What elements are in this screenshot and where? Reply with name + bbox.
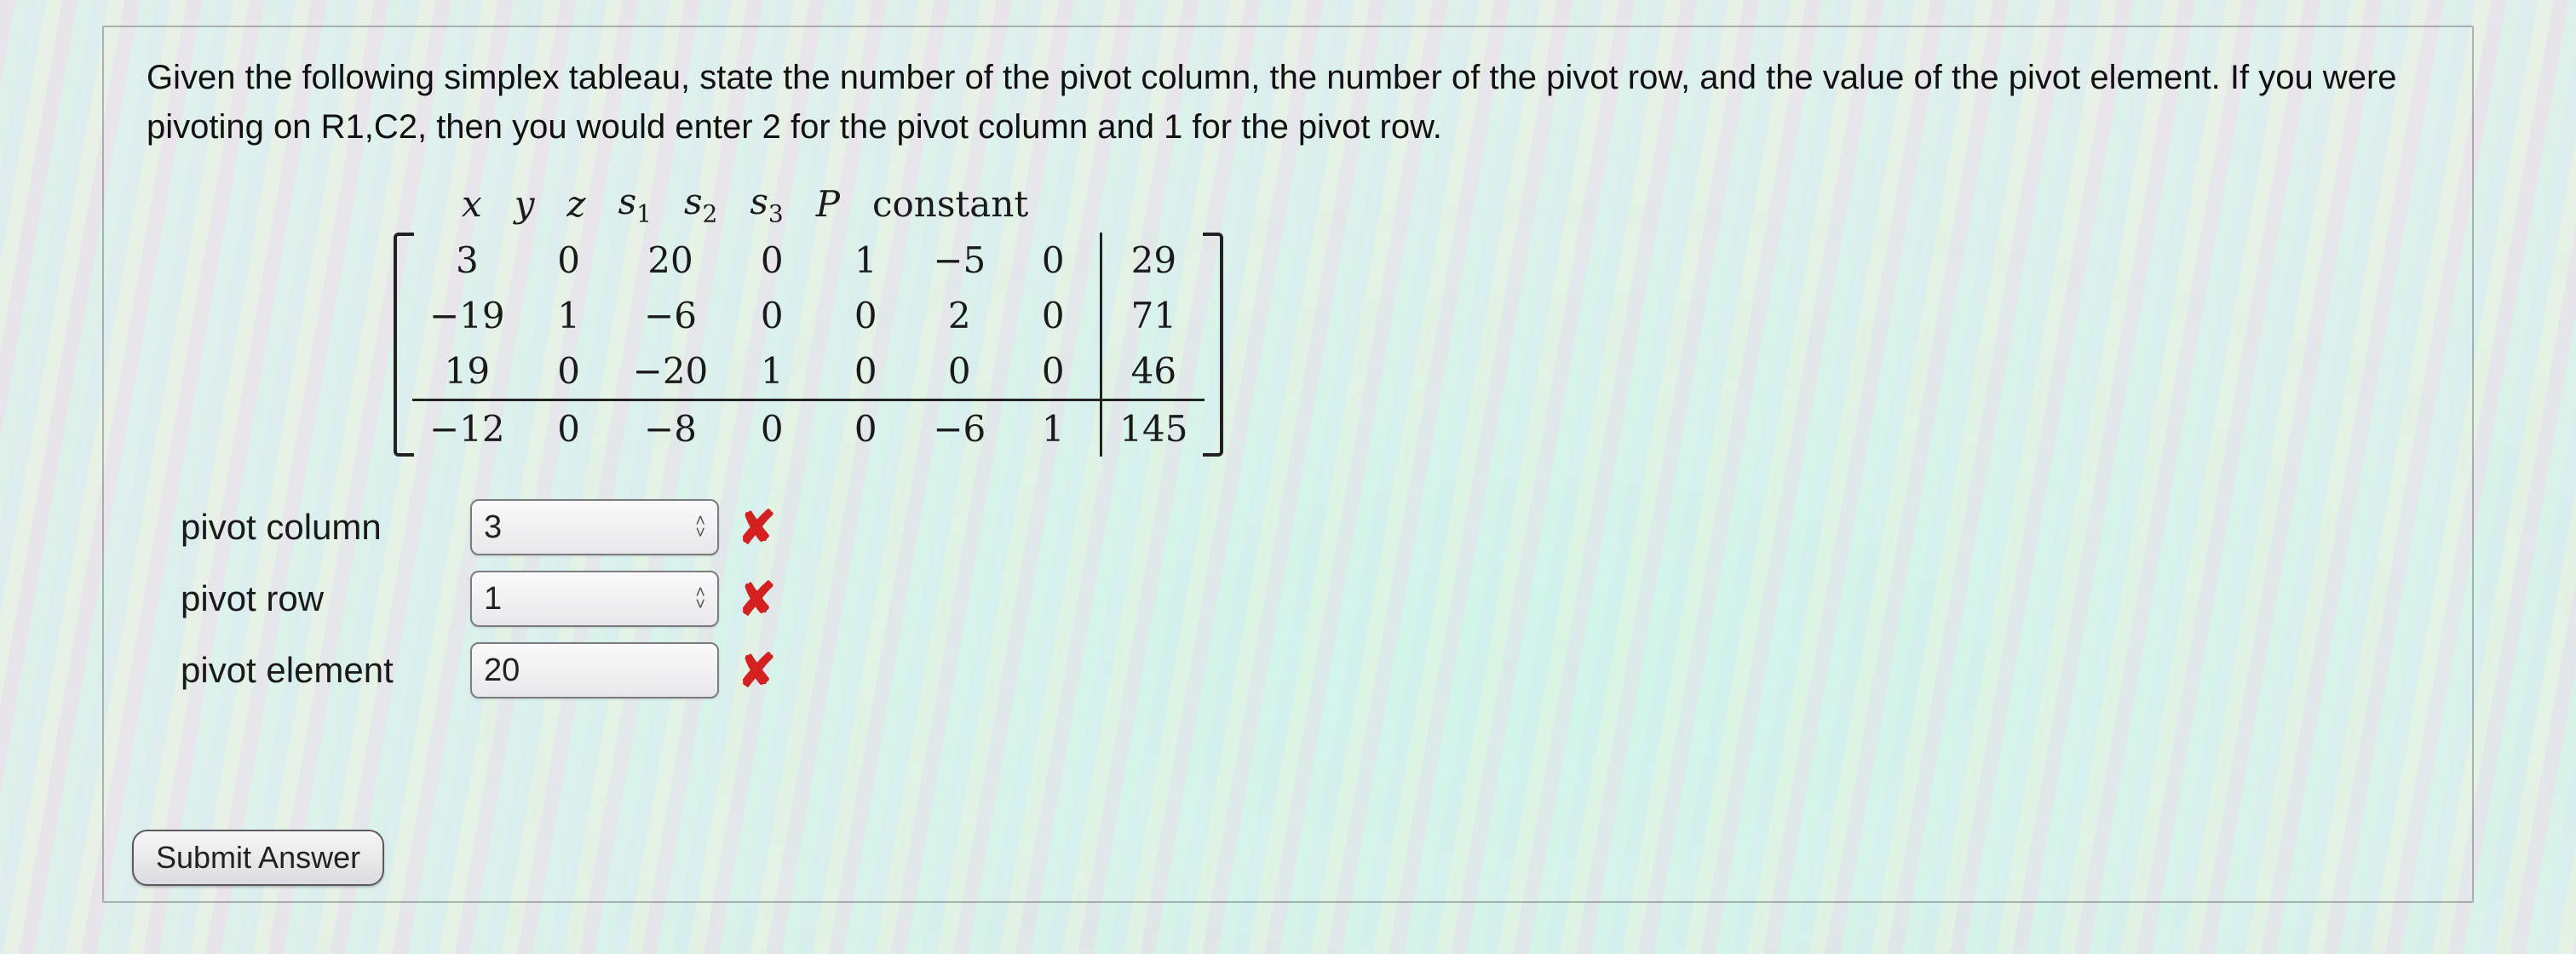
stepper-icon[interactable]: ˄ ˅ [695,515,705,539]
col-header-x: x [446,177,497,231]
chevron-down-icon[interactable]: ˅ [695,599,705,611]
right-bracket-icon [1205,233,1223,457]
submit-area: Submit Answer [132,830,384,886]
question-text: Given the following simplex tableau, sta… [147,53,2429,152]
pivot-element-label: pivot element [181,650,470,691]
col-header-constant: constant [857,177,1044,231]
wrong-icon: ✘ [738,501,776,555]
pivot-row-input[interactable]: 1 ˄ ˅ [470,571,719,627]
pivot-element-input[interactable]: 20 [470,642,719,698]
chevron-down-icon[interactable]: ˅ [695,527,705,539]
tableau-matrix: 3020 01−5 029 −191−6 002 071 190−20 100 … [412,233,1205,457]
answer-row-pivot-row: pivot row 1 ˄ ˅ ✘ [181,571,2429,627]
pivot-column-value: 3 [484,509,688,546]
wrong-icon: ✘ [738,644,776,698]
col-header-s3: s3 [734,177,798,231]
col-header-p: P [801,177,855,231]
pivot-row-value: 1 [484,581,688,618]
col-header-s1: s1 [603,177,667,231]
wrong-icon: ✘ [738,572,776,626]
col-header-s2: s2 [669,177,733,231]
answer-row-pivot-column: pivot column 3 ˄ ˅ ✘ [181,499,2429,555]
left-bracket-icon [394,233,412,457]
table-row: −191−6 002 071 [412,288,1205,343]
col-header-z: z [551,177,601,231]
question-panel: Given the following simplex tableau, sta… [102,26,2474,903]
table-row-objective: −120−8 00−6 1145 [412,400,1205,457]
answer-row-pivot-element: pivot element 20 ✘ [181,642,2429,698]
pivot-row-label: pivot row [181,578,470,619]
stepper-icon[interactable]: ˄ ˅ [695,587,705,611]
pivot-column-input[interactable]: 3 ˄ ˅ [470,499,719,555]
pivot-element-value: 20 [484,652,705,689]
pivot-column-label: pivot column [181,507,470,548]
col-header-y: y [499,177,550,231]
table-row: 3020 01−5 029 [412,233,1205,288]
table-row: 190−20 100 046 [412,343,1205,400]
answers-block: pivot column 3 ˄ ˅ ✘ pivot row 1 ˄ ˅ ✘ [181,499,2429,698]
simplex-tableau: x y z s1 s2 s3 P constant 3020 01−5 029 … [394,175,2429,457]
submit-answer-button[interactable]: Submit Answer [132,830,384,886]
tableau-header-row: x y z s1 s2 s3 P constant [394,175,1096,233]
